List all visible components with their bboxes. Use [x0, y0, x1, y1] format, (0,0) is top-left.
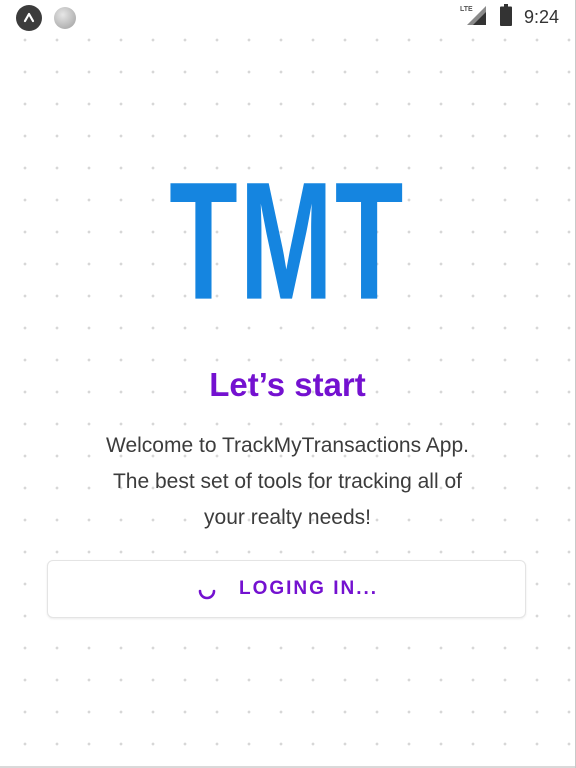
page-title: Let’s start — [209, 366, 366, 403]
lte-signal-icon: LTE — [460, 4, 488, 31]
welcome-description: Welcome to TrackMyTransactions App. The … — [40, 428, 535, 536]
login-button[interactable]: LOGING IN... — [47, 560, 526, 618]
login-screen: LTE 9:24 TMT Let’s start Welcome to Trac… — [0, 0, 576, 768]
description-line: The best set of tools for tracking all o… — [112, 470, 462, 493]
status-notifications — [16, 5, 76, 31]
status-clock: 9:24 — [523, 7, 559, 27]
status-bar: LTE 9:24 — [0, 0, 575, 34]
login-button-label: LOGING IN... — [238, 578, 379, 599]
status-system-icons: LTE 9:24 — [460, 4, 559, 31]
app-logo: TMT — [0, 158, 575, 326]
description-line: your realty needs! — [204, 506, 371, 529]
battery-icon — [499, 4, 512, 31]
circle-notification-icon — [54, 7, 76, 29]
svg-text:LTE: LTE — [460, 6, 473, 13]
logo-text: TMT — [169, 148, 406, 336]
app-notification-icon — [16, 5, 42, 31]
loading-spinner-icon — [195, 578, 219, 602]
description-line: Welcome to TrackMyTransactions App. — [106, 434, 469, 457]
